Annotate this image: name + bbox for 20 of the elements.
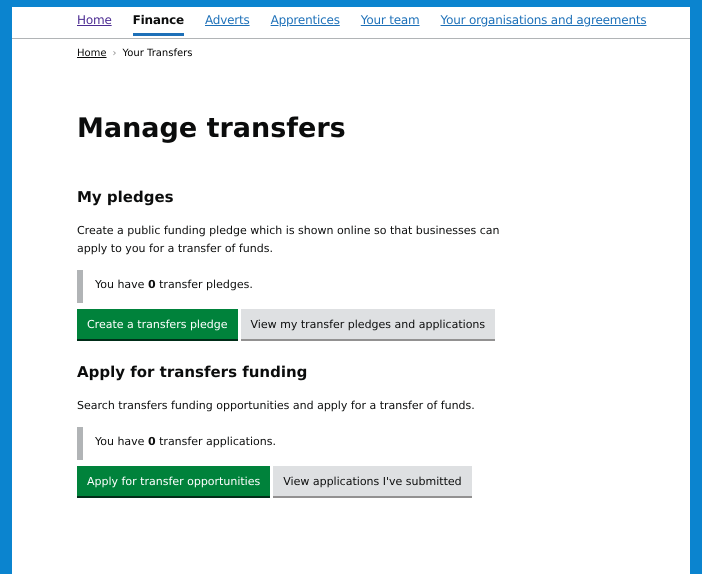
section-heading: Apply for transfers funding (77, 363, 308, 381)
nav-link[interactable]: Your organisations and agreements (440, 7, 646, 36)
section-description: Search transfers funding opportunities and apply for a transfer of funds. (77, 398, 476, 414)
page-heading: Manage transfers (77, 113, 347, 144)
inset-text: You have 0 transfer applications. (77, 427, 286, 460)
nav-link[interactable]: Home (77, 7, 112, 36)
breadcrumb-current: Your Transfers (122, 48, 192, 59)
inset-text: You have 0 transfer pledges. (77, 270, 263, 303)
nav-link[interactable]: Your team (360, 7, 420, 36)
section-heading: My pledges (77, 188, 175, 206)
primary-button[interactable]: Create a transfers pledge (77, 309, 238, 339)
breadcrumb-separator: › (112, 48, 117, 59)
section-description: Create a public funding pledge which is shown online so that businesses can apply to you for a transfer of funds. (77, 223, 500, 257)
secondary-button[interactable]: View applications I've submitted (273, 466, 472, 496)
secondary-button[interactable]: View my transfer pledges and applications (240, 309, 496, 339)
nav-link[interactable]: Adverts (205, 7, 250, 36)
breadcrumb-link[interactable]: Home (77, 48, 107, 59)
primary-button[interactable]: Apply for transfer opportunities (77, 466, 270, 496)
nav-link[interactable]: Apprentices (270, 7, 340, 36)
nav-link[interactable]: Finance (132, 7, 184, 36)
